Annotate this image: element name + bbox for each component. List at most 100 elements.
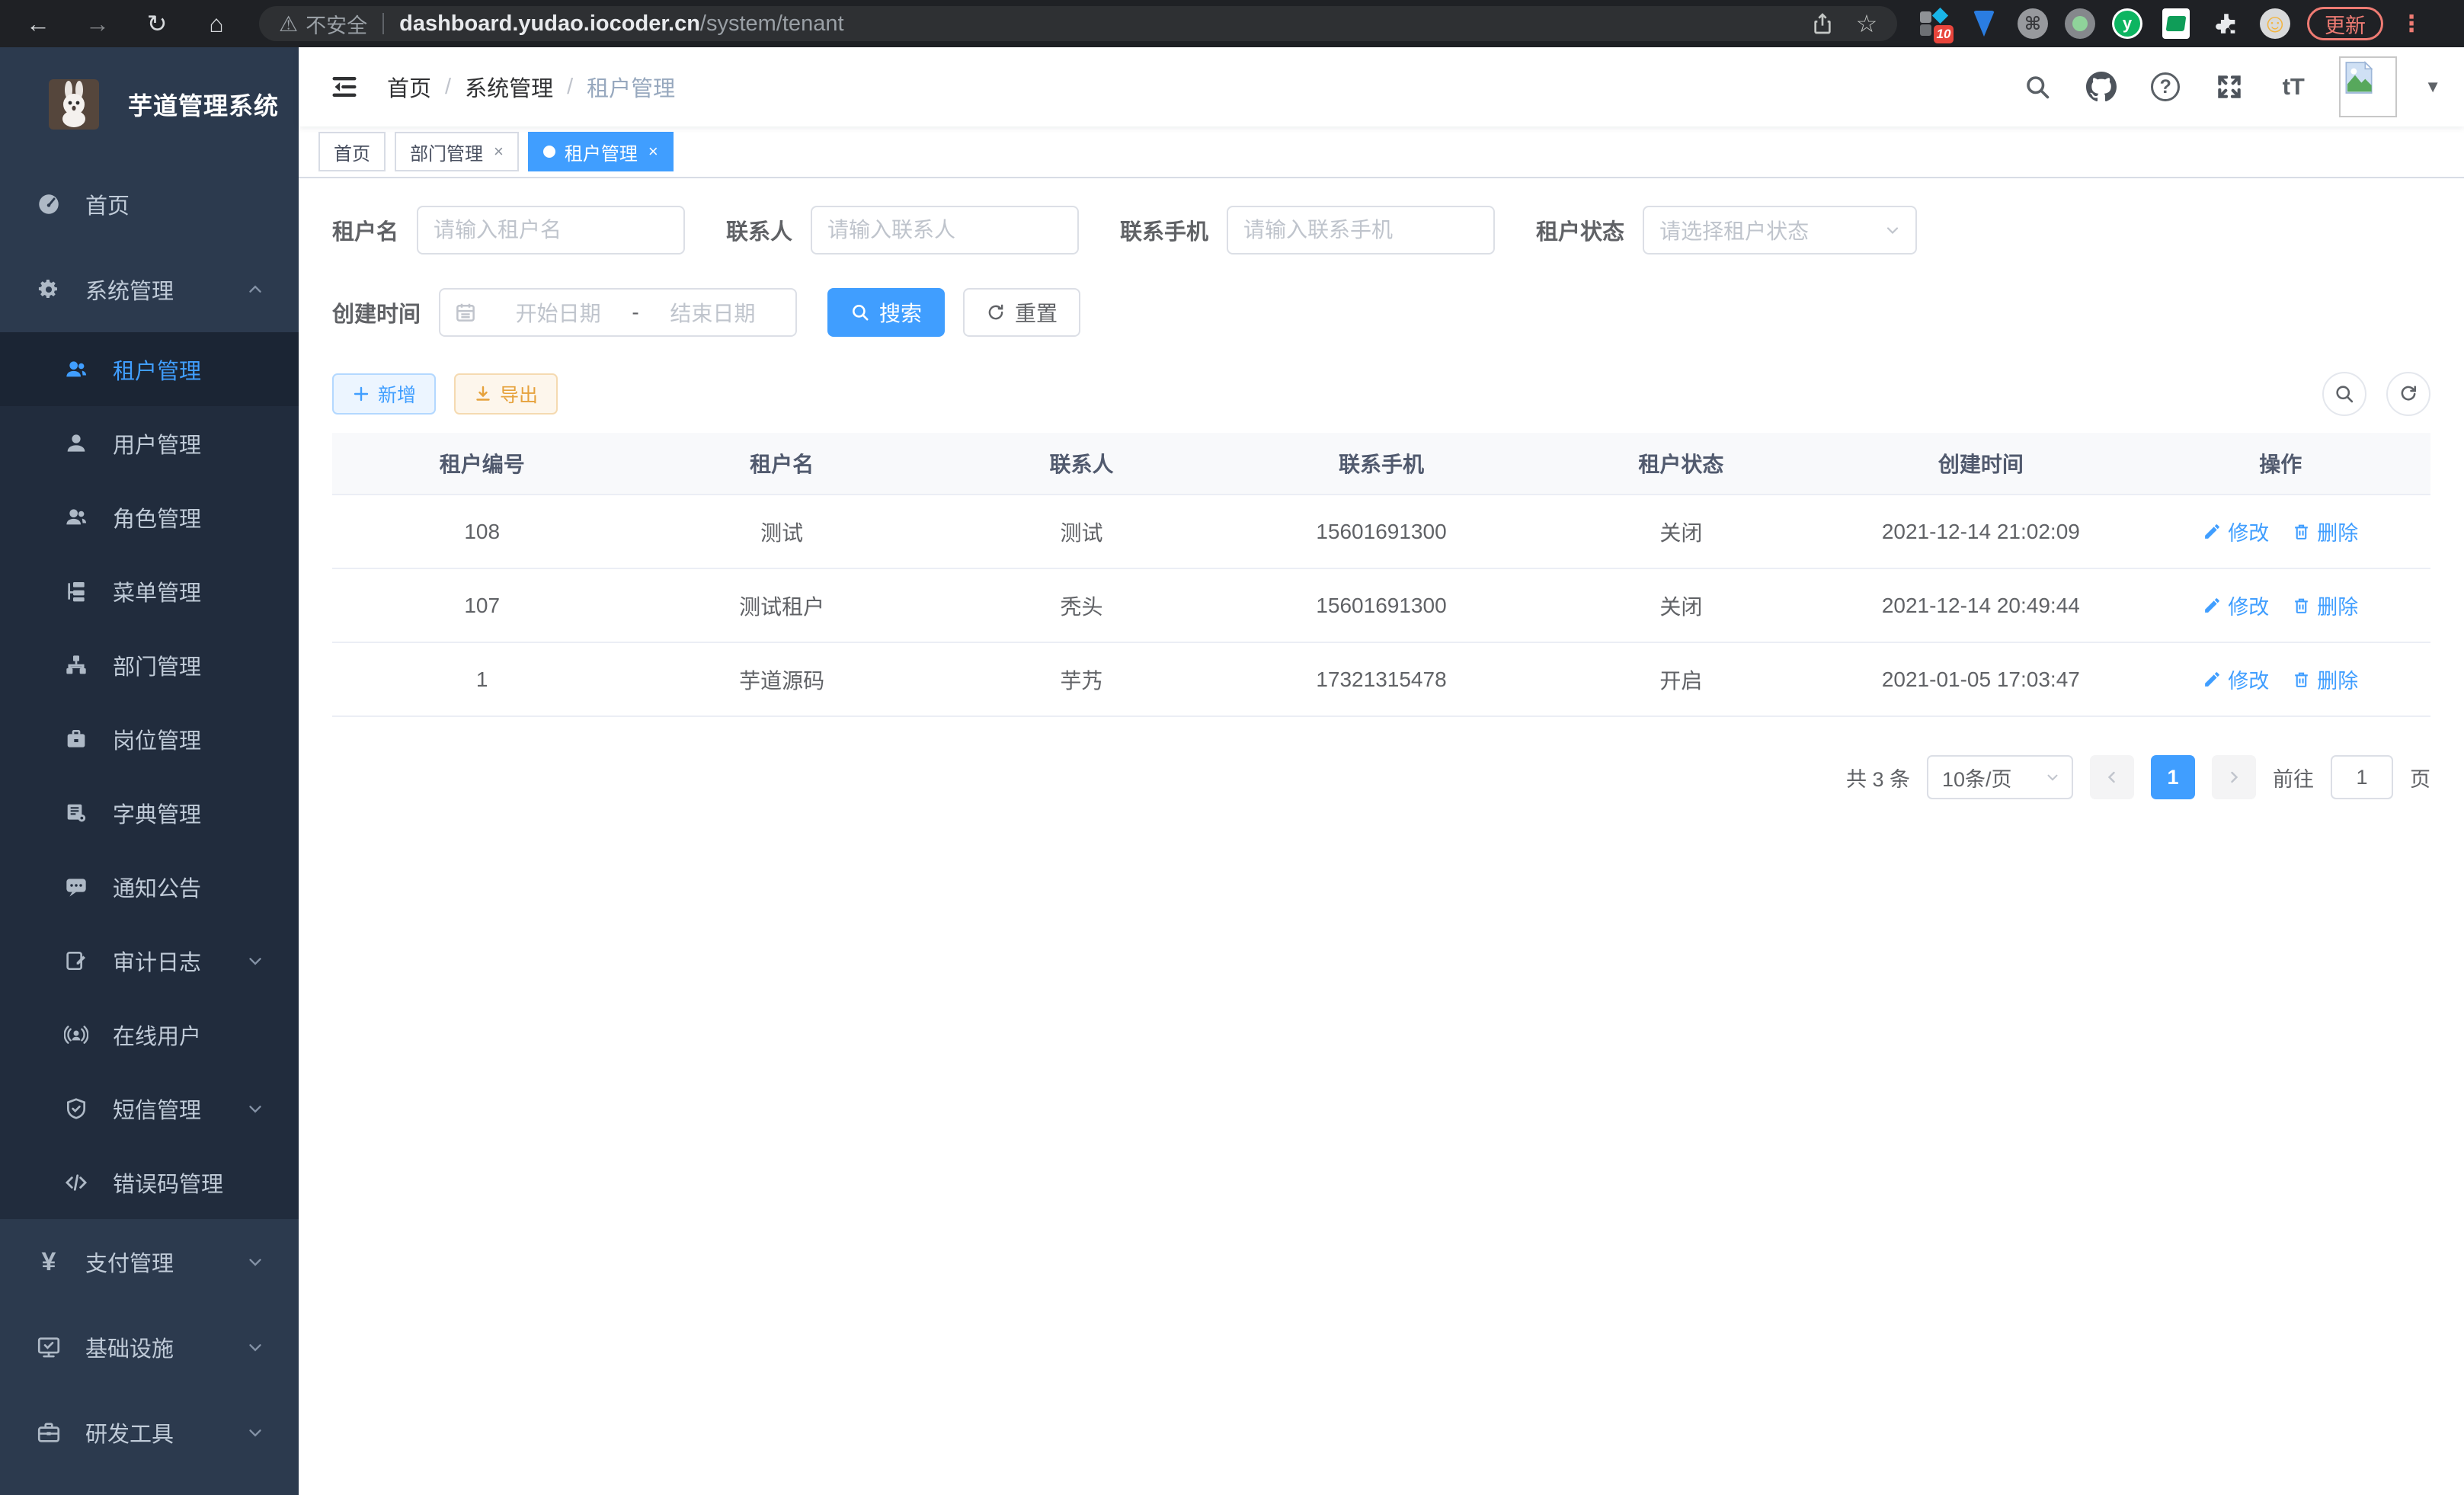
start-date-placeholder[interactable]: 开始日期	[489, 297, 627, 328]
sidebar-item-error-code-management[interactable]: 错误码管理	[0, 1145, 299, 1219]
add-button[interactable]: 新增	[332, 373, 436, 415]
hide-search-icon[interactable]	[2322, 372, 2366, 416]
column-header: 租户编号	[332, 433, 632, 494]
create-time-label: 创建时间	[332, 296, 421, 328]
dashboard-icon	[35, 190, 62, 218]
page-number-1[interactable]: 1	[2151, 755, 2195, 799]
user-avatar[interactable]	[2339, 56, 2397, 117]
mobile-input[interactable]	[1227, 206, 1495, 255]
browser-menu-icon[interactable]: ⋮	[2400, 11, 2415, 37]
sidebar-collapse-icon[interactable]	[328, 70, 361, 104]
sidebar-item-dept-management[interactable]: 部门管理	[0, 628, 299, 702]
sidebar-item-notice[interactable]: 通知公告	[0, 850, 299, 924]
github-icon[interactable]	[2083, 69, 2120, 105]
sidebar-item-post-management[interactable]: 岗位管理	[0, 702, 299, 776]
sidebar-item-label: 岗位管理	[113, 723, 201, 755]
prev-page-button[interactable]	[2090, 755, 2134, 799]
monitor-icon	[35, 1333, 62, 1361]
edit-link[interactable]: 修改	[2203, 517, 2269, 546]
tenant-icon	[62, 356, 90, 383]
cell-create_time: 2021-12-14 20:49:44	[1831, 569, 2130, 642]
export-button[interactable]: 导出	[454, 373, 558, 415]
url-bar[interactable]: ⚠ 不安全 dashboard.yudao.iocoder.cn/system/…	[259, 6, 1897, 41]
delete-link[interactable]: 删除	[2292, 591, 2358, 620]
refresh-table-icon[interactable]	[2386, 372, 2430, 416]
reset-button[interactable]: 重置	[963, 288, 1080, 337]
tag-label: 部门管理	[410, 139, 483, 165]
sidebar-item-label: 部门管理	[113, 649, 201, 681]
tenant-table: 租户编号租户名联系人联系手机租户状态创建时间操作 108测试测试15601691…	[332, 433, 2430, 717]
tag-tenant-management[interactable]: 租户管理×	[528, 132, 674, 171]
delete-link[interactable]: 删除	[2292, 664, 2358, 694]
edit-link[interactable]: 修改	[2203, 664, 2269, 694]
chat-extension-icon[interactable]	[2159, 7, 2193, 40]
bookmark-star-icon[interactable]: ☆	[1851, 8, 1882, 39]
sidebar-item-dev-tools[interactable]: 研发工具	[0, 1390, 299, 1475]
column-header: 租户名	[632, 433, 931, 494]
toolbox-icon	[35, 1419, 62, 1446]
column-header: 创建时间	[1831, 433, 2130, 494]
browser-back-icon[interactable]: ←	[21, 7, 55, 40]
help-icon[interactable]: ?	[2147, 69, 2184, 105]
sidebar-item-audit-log[interactable]: 审计日志	[0, 924, 299, 997]
sidebar-item-menu-management[interactable]: 菜单管理	[0, 554, 299, 628]
sidebar-item-dict-management[interactable]: 字典管理	[0, 776, 299, 850]
breadcrumb-system[interactable]: 系统管理	[465, 71, 553, 103]
sidebar-item-label: 研发工具	[85, 1417, 174, 1449]
y-extension-icon[interactable]: y	[2112, 8, 2142, 39]
browser-home-icon[interactable]: ⌂	[200, 7, 233, 40]
page-size-select[interactable]: 10条/页	[1927, 755, 2073, 799]
sidebar-item-role-management[interactable]: 角色管理	[0, 480, 299, 554]
extensions-puzzle-icon[interactable]	[2210, 7, 2243, 40]
sidebar-item-sms-management[interactable]: 短信管理	[0, 1071, 299, 1145]
browser-toolbar: ← → ↻ ⌂ ⚠ 不安全 dashboard.yudao.iocoder.cn…	[0, 0, 2464, 47]
close-icon[interactable]: ×	[494, 142, 504, 162]
next-page-button[interactable]	[2212, 755, 2256, 799]
sidebar-item-online-users[interactable]: 在线用户	[0, 997, 299, 1071]
tag-home[interactable]: 首页	[318, 132, 386, 171]
table-row: 1芋道源码芋艿17321315478开启2021-01-05 17:03:47修…	[332, 643, 2430, 715]
create-time-range-picker[interactable]: 开始日期 - 结束日期	[439, 288, 797, 337]
tag-dept-management[interactable]: 部门管理 ×	[395, 132, 519, 171]
header-search-icon[interactable]	[2019, 69, 2056, 105]
kite-extension-icon[interactable]	[1967, 7, 2001, 40]
sidebar-item-tenant-management[interactable]: 租户管理	[0, 332, 299, 406]
command-extension-icon[interactable]: ⌘	[2018, 8, 2048, 39]
status-select[interactable]: 请选择租户状态	[1643, 206, 1917, 255]
delete-link[interactable]: 删除	[2292, 517, 2358, 546]
browser-update-button[interactable]: 更新	[2307, 7, 2383, 40]
cell-status: 关闭	[1531, 495, 1831, 568]
browser-forward-icon[interactable]: →	[81, 7, 114, 40]
profile-avatar-icon[interactable]: ☺	[2260, 8, 2290, 39]
extension-grid-icon[interactable]: 10	[1917, 7, 1950, 40]
end-date-placeholder[interactable]: 结束日期	[644, 297, 782, 328]
cell-mobile: 17321315478	[1231, 643, 1531, 715]
avatar-dropdown-caret-icon[interactable]: ▼	[2424, 77, 2441, 97]
contact-input[interactable]	[811, 206, 1079, 255]
close-icon[interactable]: ×	[648, 142, 658, 162]
goto-page-input[interactable]	[2331, 755, 2393, 799]
sidebar-item-infrastructure[interactable]: 基础设施	[0, 1305, 299, 1390]
search-form-row-1: 租户名 联系人 联系手机 租户状态 请选择租户状态	[332, 206, 2430, 255]
search-button[interactable]: 搜索	[827, 288, 945, 337]
cell-id: 1	[332, 643, 632, 715]
breadcrumb-home[interactable]: 首页	[387, 71, 431, 103]
cell-contact: 秃头	[932, 569, 1231, 642]
sidebar-item-payment-management[interactable]: ¥支付管理	[0, 1219, 299, 1305]
browser-reload-icon[interactable]: ↻	[140, 7, 174, 40]
cell-id: 108	[332, 495, 632, 568]
app-logo-row[interactable]: 芋道管理系统	[0, 47, 299, 162]
fullscreen-icon[interactable]	[2211, 69, 2248, 105]
security-warning-icon[interactable]: ⚠	[279, 11, 298, 37]
sidebar-item-label: 系统管理	[85, 274, 174, 306]
column-header: 联系人	[932, 433, 1231, 494]
share-icon[interactable]	[1807, 8, 1838, 39]
recorder-extension-icon[interactable]	[2065, 8, 2095, 39]
edit-link[interactable]: 修改	[2203, 591, 2269, 620]
tenant-name-input[interactable]	[417, 206, 685, 255]
sidebar-item-label: 通知公告	[113, 871, 201, 903]
sidebar-item-home[interactable]: 首页	[0, 162, 299, 247]
sidebar-item-user-management[interactable]: 用户管理	[0, 406, 299, 480]
font-size-icon[interactable]: tT	[2275, 69, 2312, 105]
sidebar-item-system-management[interactable]: 系统管理	[0, 247, 299, 332]
